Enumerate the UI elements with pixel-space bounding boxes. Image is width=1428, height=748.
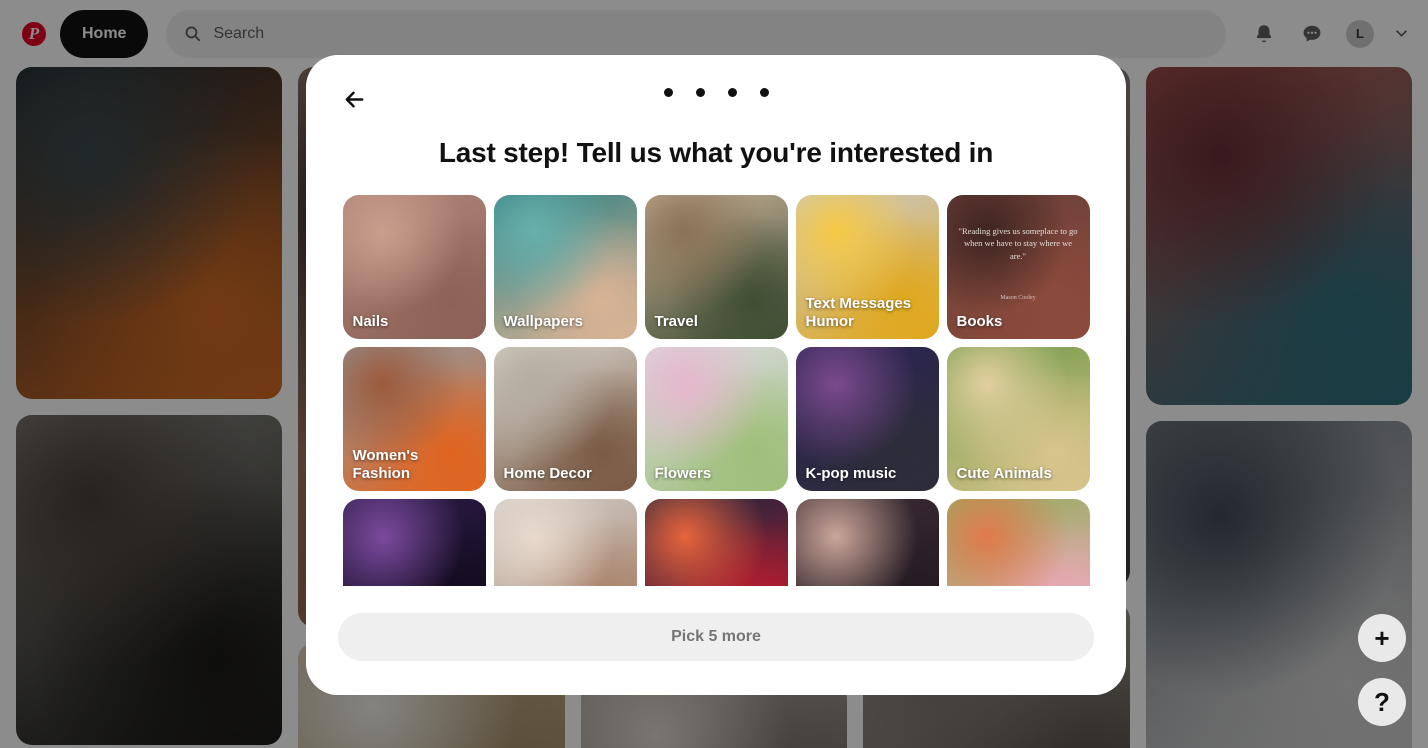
interest-tile[interactable]: Text Messages Humor — [795, 195, 939, 339]
interest-tile[interactable]: Home Decor — [493, 347, 637, 491]
interest-tile-label: Nails — [352, 313, 389, 330]
step-dot-4[interactable] — [759, 88, 769, 97]
modal-footer: Pick 5 more — [306, 586, 1126, 695]
interest-tile-label: Books — [956, 313, 1003, 330]
interest-tile[interactable]: Travel — [644, 195, 788, 339]
interest-tile[interactable]: Flowers — [644, 347, 788, 491]
interest-tile[interactable]: "Reading gives us someplace to go when w… — [946, 195, 1090, 339]
interest-tile[interactable] — [795, 499, 939, 586]
pick-more-button[interactable]: Pick 5 more — [338, 613, 1094, 661]
tile-quote: "Reading gives us someplace to go when w… — [958, 226, 1078, 261]
interest-tiles-grid: Nails Wallpapers Travel Text Messages Humor… — [338, 195, 1094, 586]
interest-tiles-scroll-area[interactable]: Nails Wallpapers Travel Text Messages Humor… — [306, 195, 1126, 586]
portrait-woman-dark-makeup-image — [795, 499, 939, 586]
interest-tile[interactable]: Women's Fashion — [342, 347, 486, 491]
step-dot-1[interactable] — [663, 88, 673, 97]
interest-tile[interactable]: Nails — [342, 195, 486, 339]
step-dot-3[interactable] — [727, 88, 737, 97]
interest-tile[interactable]: Wallpapers — [493, 195, 637, 339]
interest-tile-label: Text Messages Humor — [805, 295, 912, 330]
back-button[interactable] — [334, 79, 374, 119]
interest-tile-label: Wallpapers — [503, 313, 583, 330]
interest-tile[interactable] — [946, 499, 1090, 586]
help-button[interactable]: ? — [1358, 678, 1406, 726]
interests-onboarding-modal: Last step! Tell us what you're intereste… — [306, 55, 1126, 695]
pinterest-app-root: P Home Search L + ? Last step! Tell us w… — [0, 0, 1428, 748]
interest-tile-label: Home Decor — [503, 465, 592, 482]
step-indicator-dots — [306, 88, 1126, 97]
create-button[interactable]: + — [1358, 614, 1406, 662]
step-dot-2[interactable] — [695, 88, 705, 97]
interest-tile[interactable]: K-pop music — [795, 347, 939, 491]
woman-face-mask-skincare-image — [493, 499, 637, 586]
interest-tile-label: Women's Fashion — [352, 447, 419, 482]
interest-tile-label: Travel — [654, 313, 698, 330]
interest-tile[interactable] — [644, 499, 788, 586]
interest-tile[interactable] — [342, 499, 486, 586]
woman-face-mask-skincare-image — [493, 499, 637, 586]
milky-way-night-sky-forest-image — [342, 499, 486, 586]
milky-way-night-sky-forest-image — [342, 499, 486, 586]
anime-girl-illustration-image — [946, 499, 1090, 586]
interest-tile-label: Flowers — [654, 465, 712, 482]
tile-quote-author: Mason Cooley — [1000, 295, 1036, 301]
page-title: Last step! Tell us what you're intereste… — [438, 137, 994, 168]
portrait-woman-dark-makeup-image — [795, 499, 939, 586]
sunset-tree-silhouette-lake-image — [644, 499, 788, 586]
interest-tile[interactable] — [493, 499, 637, 586]
modal-header — [306, 55, 1126, 137]
interest-tile-label: K-pop music — [805, 465, 897, 482]
anime-girl-illustration-image — [946, 499, 1090, 586]
floating-action-buttons: + ? — [1358, 614, 1406, 726]
sunset-tree-silhouette-lake-image — [644, 499, 788, 586]
interest-tile[interactable]: Cute Animals — [946, 347, 1090, 491]
interest-tile-label: Cute Animals — [956, 465, 1052, 482]
